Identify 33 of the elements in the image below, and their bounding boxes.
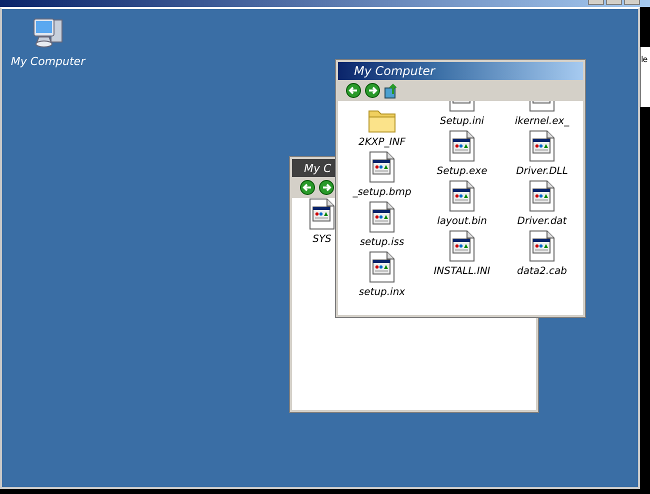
file-label[interactable]: Setup.exe: [436, 166, 488, 178]
file-label[interactable]: setup.iss: [360, 237, 404, 249]
folder-up-icon[interactable]: [384, 82, 399, 98]
desktop-icon-label[interactable]: My Computer: [10, 55, 86, 68]
file-icon: [369, 201, 395, 233]
side-panel-text: le: [641, 55, 648, 65]
file-label[interactable]: ikernel.ex_: [514, 116, 570, 128]
file-icon: [449, 130, 475, 162]
file-label[interactable]: _setup.bmp: [352, 187, 412, 199]
maximize-button[interactable]: [606, 0, 622, 5]
file-icon: [369, 251, 395, 283]
file-icon: [529, 180, 555, 212]
file-label[interactable]: setup.inx: [358, 287, 406, 299]
file-label[interactable]: INSTALL.INI: [434, 266, 490, 278]
file-label[interactable]: Setup.ini: [440, 116, 484, 128]
file-label[interactable]: 2KXP_INF: [358, 137, 406, 149]
back-icon[interactable]: [300, 180, 315, 195]
file-icon: [369, 151, 395, 183]
file-label[interactable]: data2.cab: [516, 266, 568, 278]
window-title: My Computer: [338, 62, 583, 80]
back-icon[interactable]: [346, 83, 361, 98]
file-icon: [449, 230, 475, 262]
forward-icon[interactable]: [365, 83, 380, 98]
file-label[interactable]: layout.bin: [437, 216, 487, 228]
file-icon: [529, 130, 555, 162]
close-button[interactable]: [624, 0, 640, 5]
file-icon: [529, 230, 555, 262]
file-label[interactable]: SYS: [312, 234, 332, 246]
file-icon: [449, 180, 475, 212]
computer-icon: [31, 17, 65, 49]
file-label[interactable]: Driver.dat: [517, 216, 567, 228]
minimize-button[interactable]: [588, 0, 604, 5]
forward-icon[interactable]: [319, 180, 334, 195]
